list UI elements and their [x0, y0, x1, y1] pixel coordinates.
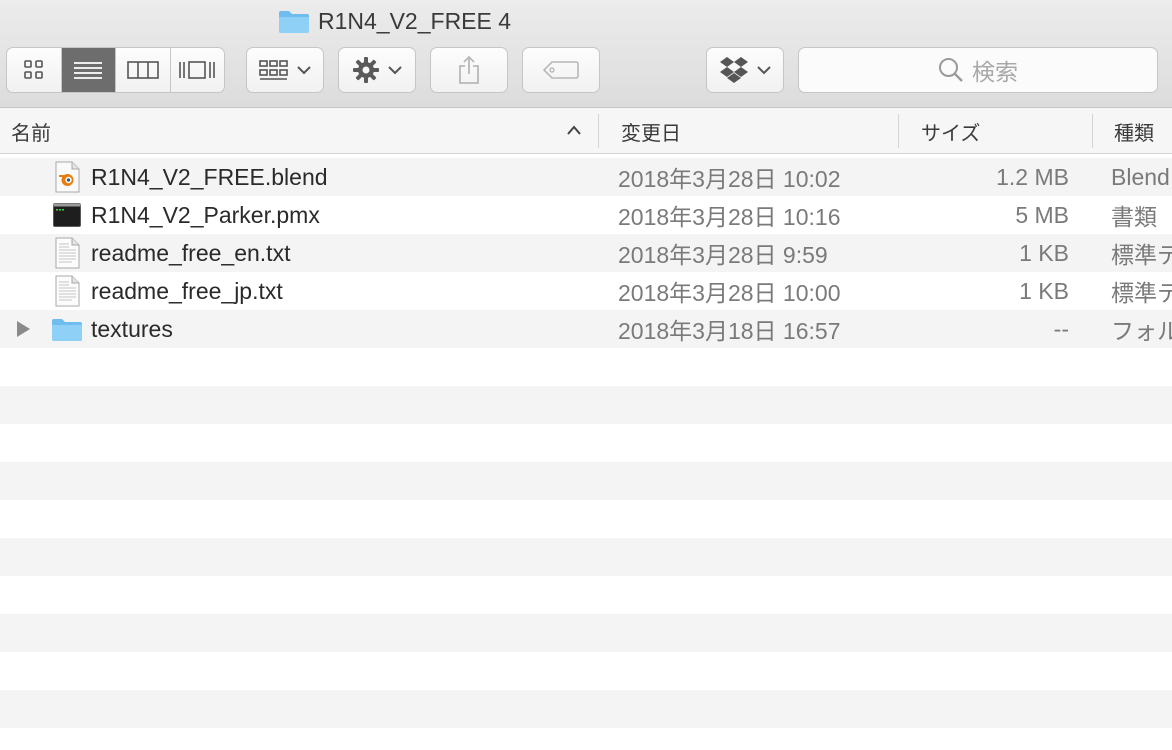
chevron-down-icon: [388, 66, 402, 75]
cover-flow-icon: [179, 61, 216, 79]
folder-icon: [52, 318, 82, 341]
empty-row: [0, 690, 1172, 728]
column-divider[interactable]: [898, 114, 899, 148]
text-file-icon: [55, 237, 80, 269]
empty-row: [0, 652, 1172, 690]
search-placeholder: 検索: [972, 59, 1018, 85]
column-date-label: 変更日: [621, 122, 681, 145]
column-header: 名前 変更日 サイズ 種類: [0, 108, 1172, 154]
share-icon: [459, 55, 479, 84]
file-icon-cell: [54, 272, 80, 310]
file-row[interactable]: R1N4_V2_FREE.blend 2018年3月28日 10:02 1.2 …: [0, 158, 1172, 196]
file-kind: フォル: [1111, 318, 1172, 344]
file-icon-cell: [53, 196, 81, 234]
column-kind-label: 種類: [1114, 122, 1154, 145]
window-title: R1N4_V2_FREE 4: [278, 6, 511, 36]
file-date: 2018年3月18日 16:57: [618, 318, 841, 344]
empty-row: [0, 348, 1172, 386]
column-name-label: 名前: [11, 122, 51, 145]
file-size: 1 KB: [1019, 277, 1069, 304]
file-size: --: [1053, 315, 1069, 342]
column-divider[interactable]: [1092, 114, 1093, 148]
file-kind: Blend: [1111, 163, 1170, 190]
chevron-down-icon: [757, 66, 771, 75]
empty-row: [0, 500, 1172, 538]
disclosure-triangle-icon: [17, 321, 30, 337]
file-name: R1N4_V2_Parker.pmx: [91, 201, 320, 228]
file-date: 2018年3月28日 10:00: [618, 280, 841, 306]
file-date: 2018年3月28日 10:16: [618, 204, 841, 230]
file-icon-cell: [54, 158, 80, 196]
view-mode-control[interactable]: [6, 47, 225, 93]
icon-view-button[interactable]: [7, 48, 62, 92]
search-icon: [939, 58, 963, 82]
column-header-kind[interactable]: 種類: [1114, 108, 1154, 154]
gear-icon: [353, 57, 379, 83]
file-name: textures: [91, 315, 173, 342]
executable-file-icon: [53, 203, 81, 227]
file-list: R1N4_V2_FREE.blend 2018年3月28日 10:02 1.2 …: [0, 158, 1172, 728]
dropbox-icon: [720, 57, 748, 83]
chevron-down-icon: [297, 66, 311, 75]
blender-file-icon: [55, 161, 80, 193]
column-header-date[interactable]: 変更日: [621, 108, 681, 154]
file-date: 2018年3月28日 10:02: [618, 166, 841, 192]
window-toolbar: R1N4_V2_FREE 4 検索: [0, 0, 1172, 108]
file-name: readme_free_en.txt: [91, 239, 291, 266]
arrange-button[interactable]: [246, 47, 324, 93]
file-date: 2018年3月28日 9:59: [618, 242, 828, 268]
cover-flow-button[interactable]: [171, 48, 225, 92]
folder-icon: [279, 10, 309, 33]
empty-row: [0, 462, 1172, 500]
empty-row: [0, 576, 1172, 614]
file-size: 1 KB: [1019, 239, 1069, 266]
column-header-name[interactable]: 名前: [11, 108, 51, 154]
column-header-size[interactable]: サイズ: [921, 108, 980, 154]
search-input[interactable]: 検索: [798, 47, 1158, 93]
file-icon-cell: [54, 234, 80, 272]
text-file-icon: [55, 275, 80, 307]
dropbox-button[interactable]: [706, 47, 784, 93]
file-size: 5 MB: [1015, 201, 1069, 228]
action-button[interactable]: [338, 47, 416, 93]
columns-icon: [126, 61, 159, 79]
list-view-button[interactable]: [61, 48, 116, 92]
file-icon-cell: [51, 310, 83, 348]
arrange-icon: [259, 60, 288, 80]
sort-ascending-icon: [567, 125, 581, 135]
file-kind: 標準テ: [1111, 280, 1172, 306]
file-name: readme_free_jp.txt: [91, 277, 283, 304]
empty-row: [0, 538, 1172, 576]
column-view-button[interactable]: [116, 48, 171, 92]
file-name: R1N4_V2_FREE.blend: [91, 163, 328, 190]
file-row[interactable]: readme_free_jp.txt 2018年3月28日 10:00 1 KB…: [0, 272, 1172, 310]
column-size-label: サイズ: [921, 122, 981, 145]
empty-row: [0, 386, 1172, 424]
file-kind: 書類: [1111, 204, 1157, 230]
file-row[interactable]: readme_free_en.txt 2018年3月28日 9:59 1 KB …: [0, 234, 1172, 272]
empty-row: [0, 614, 1172, 652]
window-title-text: R1N4_V2_FREE 4: [318, 7, 512, 34]
empty-row: [0, 424, 1172, 462]
folder-row[interactable]: textures 2018年3月18日 16:57 -- フォル: [0, 310, 1172, 348]
share-button[interactable]: [430, 47, 508, 93]
tag-icon: [543, 61, 579, 79]
tag-button[interactable]: [522, 47, 600, 93]
disclosure-triangle[interactable]: [15, 310, 31, 348]
file-size: 1.2 MB: [996, 163, 1069, 190]
file-row[interactable]: R1N4_V2_Parker.pmx 2018年3月28日 10:16 5 MB…: [0, 196, 1172, 234]
grid-icon: [23, 60, 43, 79]
list-icon: [74, 62, 103, 79]
column-divider[interactable]: [598, 114, 599, 148]
file-kind: 標準テ: [1111, 242, 1172, 268]
